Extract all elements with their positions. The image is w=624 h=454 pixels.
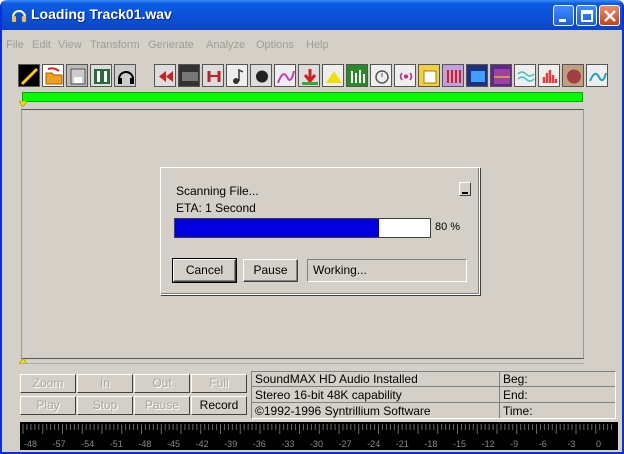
arrow-icon[interactable] [298,64,320,87]
meter-label: -51 [109,439,123,449]
close-button[interactable] [599,5,620,26]
open-folder-icon[interactable] [42,64,64,87]
meter-label: -15 [453,439,467,449]
save-icon[interactable] [66,64,88,87]
record-dot-icon[interactable] [250,64,272,87]
histogram-bars-icon[interactable] [538,64,560,87]
meter-label: -30 [310,439,324,449]
window-title: Loading Track01.wav [31,6,172,22]
menu-view[interactable]: View [58,39,82,51]
title-bar[interactable]: Loading Track01.wav [2,0,622,30]
end-label: End: [500,388,615,403]
begin-label: Beg: [500,372,615,387]
zoom-out-button[interactable]: Out [134,374,190,393]
mixer-icon[interactable] [90,64,112,87]
meter-label: -36 [252,439,266,449]
maximize-icon [581,10,593,22]
menu-generate[interactable]: Generate [148,39,194,51]
headphones-icon[interactable] [114,64,136,87]
loading-dialog: Scanning File... ETA: 1 Second 80 % Canc… [160,167,480,295]
toolbar [18,64,618,88]
zoom-button[interactable]: Zoom [20,374,76,393]
minimize-icon [559,19,566,22]
start-marker-icon[interactable] [19,101,27,107]
meter-label: -24 [367,439,381,449]
note-icon[interactable] [226,64,248,87]
radio-icon[interactable] [394,64,416,87]
progress-percent: 80 % [435,221,461,233]
clock-icon[interactable] [370,64,392,87]
meter-label: -21 [395,439,409,449]
rewind-icon[interactable] [154,64,176,87]
peak-icon[interactable] [322,64,344,87]
menu-help[interactable]: Help [306,39,329,51]
pause-button[interactable]: Pause [134,396,190,415]
menu-analyze[interactable]: Analyze [206,39,245,51]
timeline-strip [21,363,584,368]
cancel-button[interactable]: Cancel [172,258,237,283]
stop-button[interactable]: Stop [77,396,133,415]
close-icon [604,10,616,22]
play-button[interactable]: Play [20,396,76,415]
headphones-icon [12,10,26,22]
zoom-full-button[interactable]: Full [191,374,247,393]
loop-icon[interactable] [202,64,224,87]
progress-bar [174,218,431,238]
meter-label: -12 [481,439,495,449]
curve-icon[interactable] [586,64,608,87]
wave-icon[interactable] [490,64,512,87]
noise-icon[interactable] [178,64,200,87]
meter-label: -48 [138,439,152,449]
meter-label: -27 [338,439,352,449]
paste-icon[interactable] [418,64,440,87]
menu-edit[interactable]: Edit [32,39,51,51]
menu-file[interactable]: File [6,39,24,51]
bars-icon[interactable] [442,64,464,87]
meter-label: -6 [538,439,547,449]
progress-fill [175,219,379,237]
meter-label: -39 [224,439,238,449]
status-field: Working... [307,259,467,282]
meter-label: -33 [281,439,295,449]
meter-label: -9 [510,439,519,449]
time-label: Time: [503,404,533,418]
dialog-minimize-button[interactable] [459,182,471,196]
zoom-in-button[interactable]: In [77,374,133,393]
meter-label: -57 [52,439,66,449]
minimize-button[interactable] [553,5,574,26]
meter-label: -42 [195,439,209,449]
equalizer-icon[interactable] [346,64,368,87]
audio-device-label: SoundMAX HD Audio Installed [252,372,499,387]
scanning-label: Scanning File... [176,184,259,198]
meter-label: -48 [24,439,38,449]
scissors-icon[interactable] [562,64,584,87]
copyright-label: ©1992-1996 Syntrillium Software [255,404,431,418]
info-panel: SoundMAX HD Audio Installed Stereo 16-bi… [251,371,616,419]
level-meter: -48 -57 -54 -51 -48 -45 -42 -39 -36 -33 -30 -27 -24-… [20,422,618,450]
meter-label: -18 [424,439,438,449]
dialog-pause-button[interactable]: Pause [243,259,298,282]
meter-label: 0 [596,439,602,449]
meter-label: -54 [81,439,95,449]
record-button[interactable]: Record [191,396,247,415]
menu-options[interactable]: Options [256,39,294,51]
histogram-icon[interactable] [514,64,536,87]
spectrum-icon[interactable] [274,64,296,87]
overview-bar[interactable] [22,92,583,102]
meter-label: -3 [567,439,576,449]
frequency-icon[interactable] [466,64,488,87]
menu-transform[interactable]: Transform [90,39,140,51]
eta-label: ETA: 1 Second [176,201,256,215]
waveform-icon[interactable] [18,64,40,87]
menu-bar: File Edit View Transform Generate Analyz… [2,36,622,56]
app-window: Loading Track01.wav File Edit View Trans… [0,0,624,454]
capability-label: Stereo 16-bit 48K capability [252,388,499,403]
meter-label: -45 [167,439,181,449]
meter-ticks [22,424,613,434]
maximize-button[interactable] [576,5,597,26]
